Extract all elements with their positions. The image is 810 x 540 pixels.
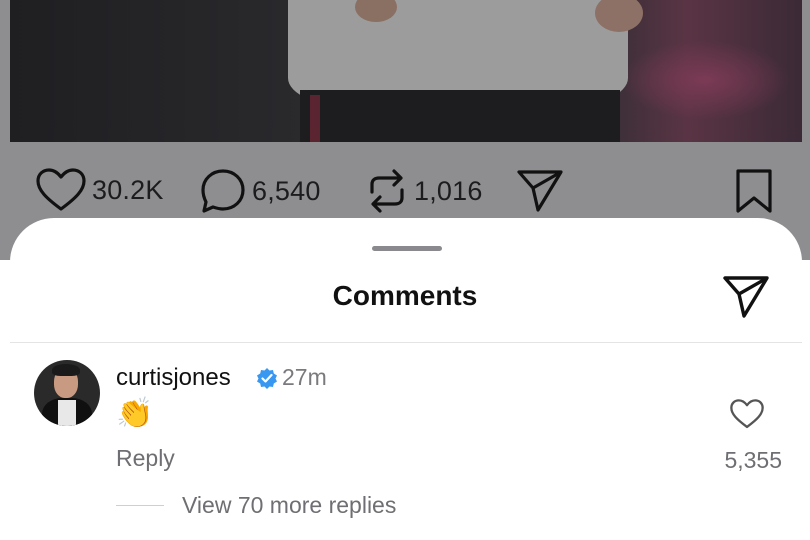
comment-like-count: 5,355 <box>724 447 782 473</box>
repost-button[interactable]: 1,016 <box>366 168 483 214</box>
reply-button[interactable]: Reply <box>116 445 175 472</box>
repost-icon <box>370 169 404 213</box>
replies-divider <box>116 505 164 506</box>
avatar-hair <box>52 364 80 376</box>
image-background-glow <box>620 40 790 120</box>
bookmark-icon <box>736 169 772 213</box>
comment-like-button[interactable] <box>730 399 764 434</box>
comment-text: 👏 <box>116 397 154 430</box>
verified-badge-icon <box>257 368 277 389</box>
player-shorts <box>300 90 620 142</box>
paper-plane-icon <box>517 170 563 212</box>
post-image[interactable] <box>10 0 802 142</box>
comment-button[interactable]: 6,540 <box>200 168 321 214</box>
save-button[interactable] <box>734 168 774 214</box>
comment-username[interactable]: curtisjones <box>116 364 231 392</box>
shorts-stripe <box>310 95 320 142</box>
comment-bubble-icon <box>201 169 245 213</box>
comment-count: 6,540 <box>252 175 321 206</box>
header-divider <box>10 342 802 343</box>
avatar[interactable] <box>34 360 100 426</box>
paper-plane-icon <box>723 276 769 318</box>
like-button[interactable]: 30.2K <box>36 168 164 212</box>
sheet-share-button[interactable] <box>722 274 770 325</box>
like-count: 30.2K <box>92 174 164 205</box>
image-background-left <box>10 0 310 142</box>
comment-timestamp: 27m <box>282 364 327 390</box>
avatar-shirt <box>58 400 76 426</box>
heart-icon <box>730 399 764 429</box>
sheet-title: Comments <box>332 280 478 311</box>
share-post-button[interactable] <box>516 168 564 214</box>
sheet-drag-handle[interactable] <box>372 246 442 251</box>
repost-count: 1,016 <box>414 175 483 206</box>
heart-icon <box>36 168 86 211</box>
view-replies-button[interactable]: View 70 more replies <box>182 492 396 519</box>
